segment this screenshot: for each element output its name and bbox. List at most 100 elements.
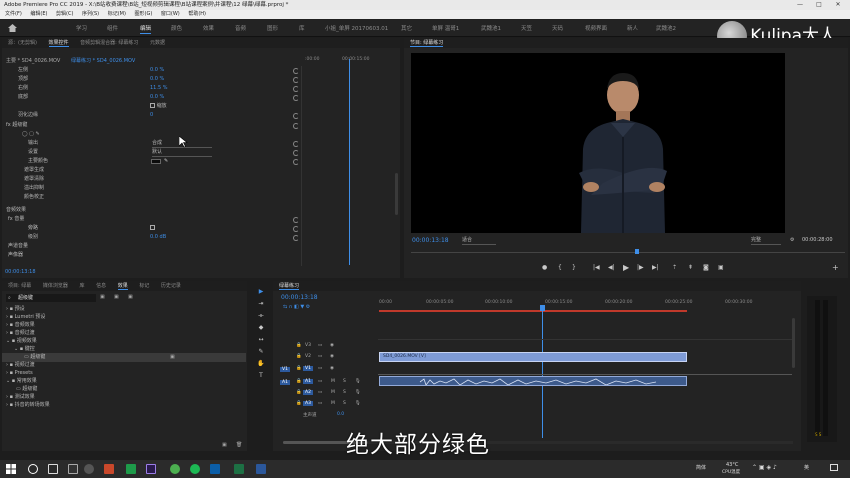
track-a2[interactable]: A2 [303, 390, 313, 395]
bypass-checkbox[interactable] [150, 224, 155, 233]
reset-icon[interactable] [293, 159, 299, 165]
menu-window[interactable]: 窗口(W) [161, 11, 180, 17]
taskbar-app-icon[interactable] [84, 464, 94, 474]
mic-icon[interactable]: 🎙 [355, 390, 361, 395]
sync-lock-icon[interactable]: ▭ [318, 390, 322, 395]
wrench-icon[interactable]: ⚙ [790, 236, 794, 245]
eye-icon[interactable]: ◉ [330, 354, 334, 359]
track-v3[interactable]: V3 [305, 343, 311, 348]
bypass-checkbox-box[interactable] [150, 225, 155, 230]
notification-icon[interactable] [830, 464, 838, 471]
track-select-tool-icon[interactable]: ⇥ [257, 300, 265, 308]
premiere-icon[interactable] [146, 464, 156, 474]
tab-effects[interactable]: 效果 [117, 283, 128, 290]
add-button-icon[interactable]: + [832, 263, 839, 272]
mute-button[interactable]: M [331, 401, 335, 406]
lock-v3-icon[interactable]: 🔒 [296, 343, 302, 348]
go-to-in-icon[interactable]: |◀ [593, 264, 600, 271]
ec-spill[interactable]: 溢出抑制 [24, 184, 44, 193]
ec-matte-gen[interactable]: 遮罩生成 [24, 166, 44, 175]
taskbar-app-icon[interactable] [68, 464, 78, 474]
effects-search-box[interactable]: ⌕ 超级键 [6, 294, 96, 302]
step-forward-icon[interactable]: |▶ [637, 264, 644, 271]
workspace-custom-4[interactable]: 天笠 [521, 24, 532, 32]
maximize-button[interactable]: □ [811, 0, 827, 10]
mute-button[interactable]: M [331, 379, 335, 384]
sync-lock-icon[interactable]: ▭ [318, 343, 322, 348]
menu-edit[interactable]: 编辑(E) [30, 11, 47, 17]
ec-color-correct[interactable]: 颜色校正 [24, 193, 44, 202]
menu-marker[interactable]: 标记(M) [108, 11, 126, 17]
tab-libraries[interactable]: 库 [79, 283, 84, 289]
pen-tool-icon[interactable]: ✎ [257, 348, 265, 356]
menu-graphics[interactable]: 图形(G) [135, 11, 153, 17]
program-timecode[interactable]: 00:00:13:18 [412, 236, 449, 245]
workspace-editing[interactable]: 编辑 [140, 24, 152, 34]
reset-icon[interactable] [293, 226, 299, 232]
reset-icon[interactable] [293, 68, 299, 74]
reset-icon[interactable] [293, 141, 299, 147]
razor-tool-icon[interactable]: ◆ [257, 324, 265, 332]
ec-scrollbar[interactable] [395, 173, 398, 215]
ec-row-zoom[interactable]: 缩放 [150, 102, 167, 111]
program-scrub-bar[interactable] [411, 252, 845, 253]
go-to-out-icon[interactable]: ▶| [652, 264, 659, 271]
workspace-custom-6[interactable]: 视频界面 [585, 24, 607, 32]
hand-tool-icon[interactable]: ✋ [257, 360, 265, 368]
sync-lock-icon[interactable]: ▭ [318, 354, 322, 359]
yuv-effects-icon[interactable]: ▣ [128, 293, 133, 302]
slip-tool-icon[interactable]: ↔ [257, 336, 265, 344]
taskbar-app-icon[interactable] [190, 464, 200, 474]
ec-panner[interactable]: 声像器 [8, 251, 23, 260]
setting-select[interactable]: 默认 [152, 148, 212, 157]
tab-sequence[interactable]: 绿幕练习 [279, 283, 300, 290]
solo-button[interactable]: S [343, 390, 346, 395]
play-icon[interactable]: ▶ [623, 263, 629, 272]
tray-icons[interactable]: ⌃ ▣ ◈ ♪ [752, 464, 777, 471]
home-icon[interactable] [8, 24, 17, 32]
tab-effect-controls[interactable]: 效果控件 [48, 40, 69, 47]
zoom-checkbox[interactable] [150, 103, 155, 108]
lock-v1-icon[interactable]: 🔒 [296, 366, 302, 371]
excel-icon[interactable] [234, 464, 244, 474]
taskbar-lang[interactable]: 简体 [696, 464, 706, 471]
ec-ultra-key-label[interactable]: fx 超级键 [6, 121, 27, 130]
master-volume-value[interactable]: 0.0 [337, 412, 344, 417]
ec-current-time[interactable]: 00:00:13:18 [5, 268, 36, 277]
track-v2[interactable]: V2 [305, 354, 311, 359]
reset-icon[interactable] [293, 217, 299, 223]
menu-file[interactable]: 文件(F) [5, 11, 22, 17]
minimize-button[interactable]: — [792, 0, 808, 10]
mark-out-icon[interactable]: } [572, 264, 576, 271]
workspace-effects[interactable]: 效果 [203, 24, 214, 32]
video-clip[interactable]: SD4_0026.MOV [V] [379, 352, 687, 362]
eyedropper-icon[interactable]: ✎ [164, 157, 168, 166]
step-back-icon[interactable]: ◀| [608, 264, 615, 271]
workspace-other[interactable]: 其它 [401, 24, 412, 32]
sync-lock-icon[interactable]: ▭ [318, 379, 322, 384]
workspace-learn[interactable]: 学习 [76, 24, 87, 32]
meter-solo-indicators[interactable]: S S [815, 432, 821, 437]
sync-lock-icon[interactable]: ▭ [318, 366, 322, 371]
mark-in-icon[interactable]: { [558, 264, 562, 271]
add-marker-icon[interactable]: ● [542, 264, 547, 271]
extract-icon[interactable]: ⇞ [688, 264, 693, 271]
ec-row-feather-value[interactable]: 0 [150, 111, 153, 120]
workspace-audio[interactable]: 音频 [235, 24, 246, 32]
export-frame-icon[interactable]: ◙ [703, 264, 709, 271]
workspace-custom-2[interactable]: 单屏 温哥1 [432, 24, 459, 32]
taskbar-app-icon[interactable] [126, 464, 136, 474]
mute-button[interactable]: M [331, 390, 335, 395]
timeline-timecode[interactable]: 00:00:13:18 [281, 293, 318, 302]
program-quality-select[interactable]: 完整 [751, 236, 781, 245]
tab-metadata[interactable]: 元数据 [150, 40, 165, 46]
eye-icon[interactable]: ◉ [330, 366, 334, 371]
tree-item-douyin[interactable]: › ▪ 抖音的转场效果 [6, 401, 50, 410]
workspace-graphics[interactable]: 图形 [267, 24, 278, 32]
lock-v2-icon[interactable]: 🔒 [296, 354, 302, 359]
ec-playhead[interactable] [349, 59, 350, 265]
type-tool-icon[interactable]: T [257, 372, 265, 380]
solo-button[interactable]: S [343, 379, 346, 384]
audio-clip[interactable] [379, 376, 687, 386]
delete-icon[interactable]: 🗑 [236, 441, 242, 450]
